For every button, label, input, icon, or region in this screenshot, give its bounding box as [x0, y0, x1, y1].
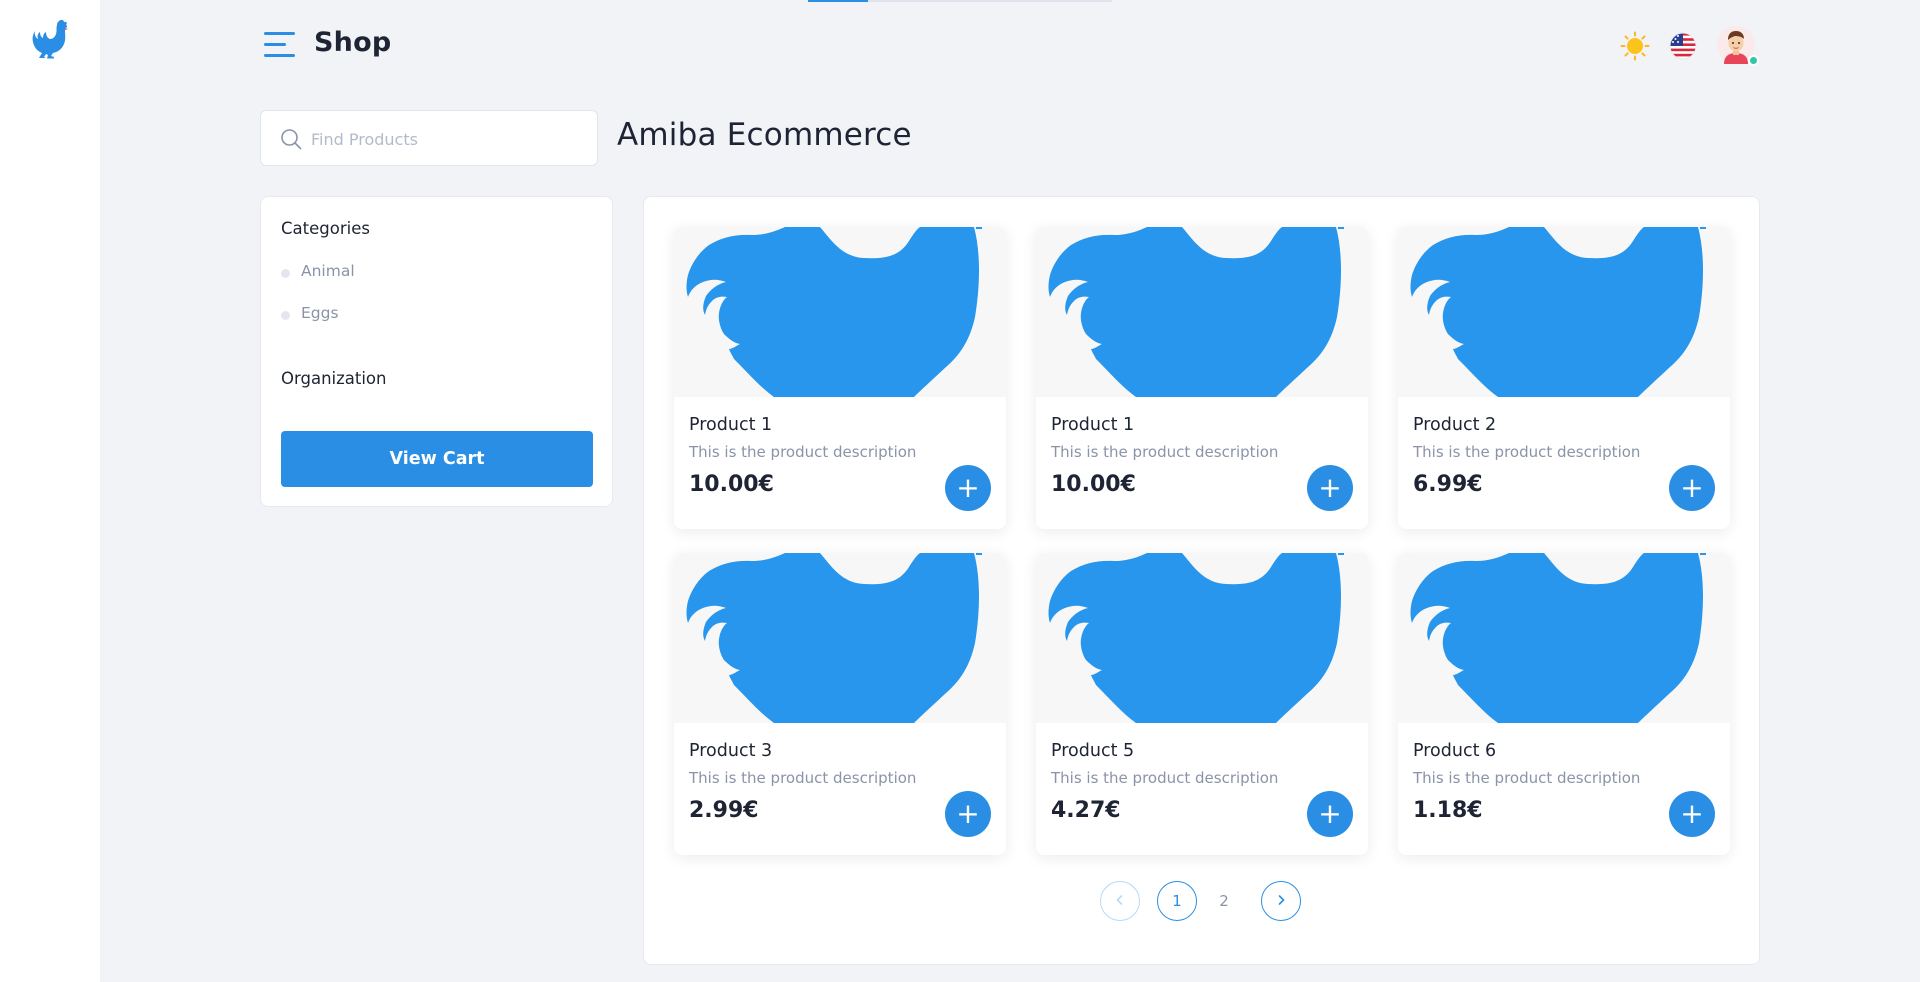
product-name[interactable]: Product 1	[689, 415, 772, 435]
add-to-cart-button[interactable]: +	[945, 465, 991, 511]
product-price: 1.18€	[1413, 798, 1483, 823]
search-input[interactable]	[311, 123, 581, 155]
product-price: 10.00€	[689, 472, 774, 497]
product-card[interactable]: Product 6 This is the product description…	[1398, 553, 1730, 855]
shop-heading: Amiba Ecommerce	[617, 117, 912, 153]
header: Shop	[260, 18, 1760, 72]
product-price: 10.00€	[1051, 472, 1136, 497]
category-label: Animal	[301, 262, 355, 280]
product-name[interactable]: Product 3	[689, 741, 772, 761]
add-to-cart-button[interactable]: +	[1307, 791, 1353, 837]
product-image-rooster	[1410, 227, 1706, 397]
categories-title: Categories	[281, 219, 370, 238]
organization-title[interactable]: Organization	[281, 369, 387, 388]
category-item-animal[interactable]: Animal	[281, 261, 581, 285]
product-name[interactable]: Product 6	[1413, 741, 1496, 761]
product-description: This is the product description	[1051, 443, 1279, 461]
products-panel: Product 1 This is the product description…	[643, 196, 1760, 965]
product-image[interactable]	[1398, 553, 1730, 723]
product-card[interactable]: Product 1 This is the product description…	[1036, 227, 1368, 529]
product-image[interactable]	[674, 553, 1006, 723]
chevron-right-icon	[1278, 895, 1285, 905]
view-cart-button[interactable]: View Cart	[281, 431, 593, 487]
next-page-button[interactable]	[1261, 881, 1301, 921]
product-image[interactable]	[1036, 227, 1368, 397]
product-image-rooster	[1048, 553, 1344, 723]
sun-icon[interactable]	[1620, 31, 1650, 61]
product-image[interactable]	[1398, 227, 1730, 397]
product-description: This is the product description	[689, 769, 917, 787]
product-image-rooster	[1048, 227, 1344, 397]
add-to-cart-button[interactable]: +	[945, 791, 991, 837]
page-title: Shop	[314, 27, 392, 58]
product-card[interactable]: Product 2 This is the product description…	[1398, 227, 1730, 529]
product-description: This is the product description	[689, 443, 917, 461]
page-button-2[interactable]: 2	[1204, 881, 1244, 921]
product-card[interactable]: Product 5 This is the product description…	[1036, 553, 1368, 855]
product-description: This is the product description	[1413, 769, 1641, 787]
product-card[interactable]: Product 1 This is the product description…	[674, 227, 1006, 529]
product-image-rooster	[686, 227, 982, 397]
product-description: This is the product description	[1051, 769, 1279, 787]
add-to-cart-button[interactable]: +	[1669, 465, 1715, 511]
product-price: 6.99€	[1413, 472, 1483, 497]
product-image[interactable]	[1036, 553, 1368, 723]
search-icon	[281, 129, 302, 150]
category-label: Eggs	[301, 304, 339, 322]
pagination: 1 2	[1100, 881, 1302, 923]
top-loading-bar	[808, 0, 1112, 2]
search-box	[260, 110, 598, 166]
category-bullet	[281, 311, 290, 320]
user-avatar-icon[interactable]	[1716, 25, 1759, 66]
chevron-left-icon	[1116, 895, 1123, 905]
product-description: This is the product description	[1413, 443, 1641, 461]
page-button-1[interactable]: 1	[1157, 881, 1197, 921]
product-price: 4.27€	[1051, 798, 1121, 823]
product-price: 2.99€	[689, 798, 759, 823]
header-actions	[1620, 25, 1760, 66]
previous-page-button[interactable]	[1100, 881, 1140, 921]
rooster-logo-icon[interactable]	[29, 19, 71, 59]
hamburger-menu-icon[interactable]	[264, 32, 296, 58]
online-status-badge	[1748, 55, 1759, 66]
category-bullet	[281, 269, 290, 278]
add-to-cart-button[interactable]: +	[1307, 465, 1353, 511]
product-name[interactable]: Product 2	[1413, 415, 1496, 435]
left-rail	[0, 0, 100, 982]
product-card[interactable]: Product 3 This is the product description…	[674, 553, 1006, 855]
add-to-cart-button[interactable]: +	[1669, 791, 1715, 837]
product-image-rooster	[1410, 553, 1706, 723]
product-name[interactable]: Product 5	[1051, 741, 1134, 761]
product-image-rooster	[686, 553, 982, 723]
product-name[interactable]: Product 1	[1051, 415, 1134, 435]
us-flag-icon[interactable]	[1668, 31, 1698, 61]
category-item-eggs[interactable]: Eggs	[281, 303, 581, 327]
product-image[interactable]	[674, 227, 1006, 397]
filter-sidebar: Categories Animal Eggs Organization View…	[260, 196, 613, 507]
